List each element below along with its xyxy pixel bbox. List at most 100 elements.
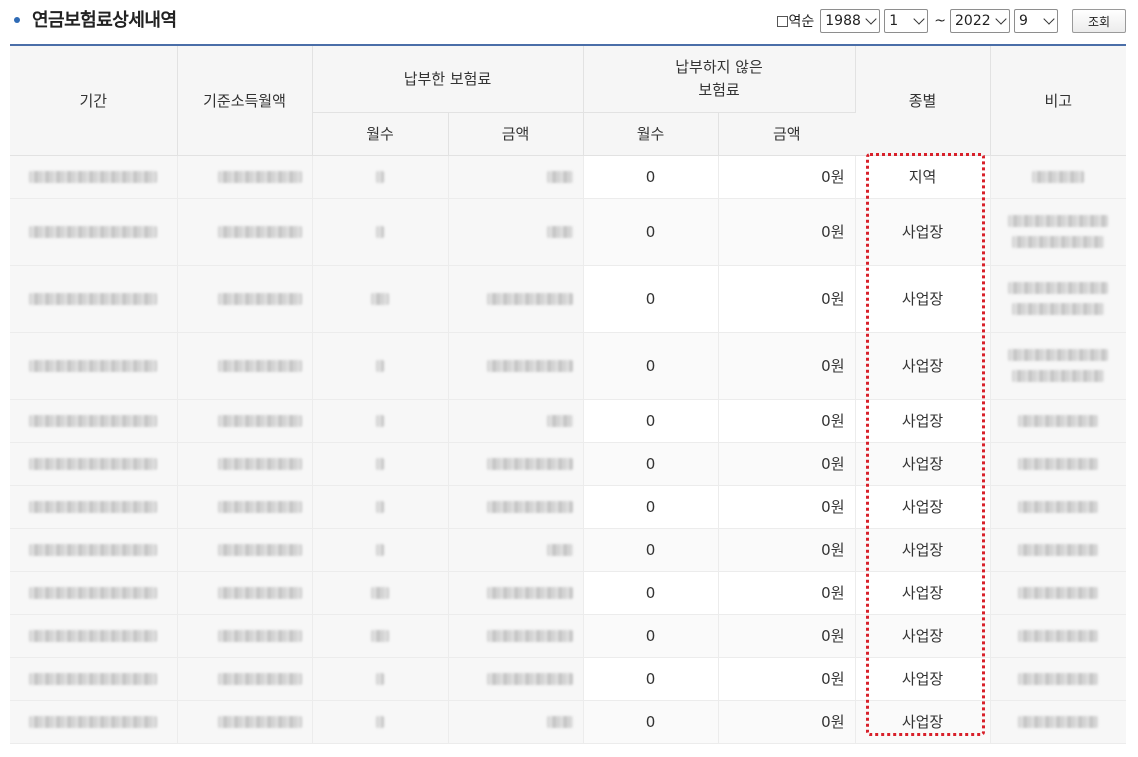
range-separator: ~: [934, 13, 946, 29]
cell-unpaid-amount: 0원: [718, 265, 856, 333]
header-paid-months: 월수: [312, 112, 449, 156]
redacted-text: [217, 415, 302, 427]
cell-unpaid-months: 0: [583, 399, 719, 443]
header-paid-amount: 금액: [448, 112, 584, 156]
cell-base-income: [177, 198, 313, 266]
header-base-income: 기준소득월액: [177, 45, 313, 156]
redacted-text: [217, 226, 302, 238]
table-row: 0 0원 사업장: [10, 700, 1127, 744]
cell-note: [990, 485, 1127, 529]
cell-note: [990, 155, 1127, 199]
cell-base-income: [177, 657, 313, 701]
cell-base-income: [177, 442, 313, 486]
redacted-text: [1018, 587, 1099, 599]
redacted-text: [546, 415, 573, 427]
redacted-text: [1018, 415, 1099, 427]
cell-unpaid-months: 0: [583, 528, 719, 572]
end-month-select[interactable]: 9: [1014, 9, 1058, 33]
cell-note: [990, 528, 1127, 572]
redacted-text: [546, 544, 573, 556]
redacted-text: [486, 360, 573, 372]
header-type: 종별: [855, 45, 991, 156]
cell-paid-amount: [448, 265, 584, 333]
cell-period: [10, 332, 178, 400]
pension-detail-table: 기간 기준소득월액 납부한 보험료 납부하지 않은 보험료 종별 비고 월수 금…: [10, 44, 1127, 744]
cell-period: [10, 442, 178, 486]
redacted-text: [486, 293, 573, 305]
cell-period: [10, 614, 178, 658]
header-unpaid-amount: 금액: [718, 112, 856, 156]
table-row: 0 0원 사업장: [10, 614, 1127, 658]
start-month-select[interactable]: 1: [884, 9, 929, 33]
cell-unpaid-months: 0: [583, 614, 719, 658]
table-row: 0 0원 사업장: [10, 198, 1127, 266]
cell-note: [990, 614, 1127, 658]
cell-paid-months: [312, 155, 449, 199]
redacted-text: [376, 716, 384, 728]
table-body: 0 0원 지역 0 0원 사업장 0 0원 사업장 0 0원 사업장 0 0원 사업장 0 0원 사업장 0 0원 사업…: [10, 155, 1127, 744]
header-unpaid-group-text: 납부하지 않은 보험료: [675, 57, 763, 99]
chevron-down-icon: [913, 13, 925, 25]
redacted-text: [1008, 349, 1109, 361]
reverse-order-checkbox[interactable]: [776, 15, 788, 27]
redacted-text: [1018, 458, 1099, 470]
cell-paid-amount: [448, 198, 584, 266]
end-month-value: 9: [1019, 13, 1028, 29]
redacted-text: [217, 716, 302, 728]
cell-base-income: [177, 332, 313, 400]
redacted-text: [217, 171, 302, 183]
cell-note: [990, 657, 1127, 701]
redacted-text: [546, 171, 573, 183]
redacted-text: [546, 716, 573, 728]
search-button[interactable]: 조회: [1072, 9, 1126, 33]
cell-paid-months: [312, 614, 449, 658]
cell-paid-months: [312, 399, 449, 443]
cell-unpaid-amount: 0원: [718, 614, 856, 658]
start-year-select[interactable]: 1988: [820, 9, 881, 33]
redacted-text: [29, 360, 158, 372]
cell-paid-amount: [448, 485, 584, 529]
redacted-text: [486, 458, 573, 470]
cell-type: 사업장: [855, 442, 991, 486]
redacted-text: [1008, 282, 1109, 294]
cell-unpaid-amount: 0원: [718, 700, 856, 744]
redacted-text: [376, 415, 384, 427]
cell-note: [990, 198, 1127, 266]
cell-note: [990, 442, 1127, 486]
cell-period: [10, 657, 178, 701]
redacted-text: [486, 501, 573, 513]
table-row: 0 0원 사업장: [10, 571, 1127, 615]
redacted-block: [991, 349, 1127, 382]
cell-paid-amount: [448, 657, 584, 701]
cell-type: 사업장: [855, 399, 991, 443]
cell-paid-months: [312, 485, 449, 529]
cell-unpaid-amount: 0원: [718, 571, 856, 615]
reverse-order-label: 역순: [788, 14, 815, 30]
header-note: 비고: [990, 45, 1127, 156]
redacted-text: [376, 673, 384, 685]
cell-type: 사업장: [855, 265, 991, 333]
redacted-text: [29, 544, 158, 556]
redacted-text: [29, 501, 158, 513]
cell-type: 사업장: [855, 485, 991, 529]
page-title: 연금보험료상세내역: [32, 10, 177, 31]
end-year-select[interactable]: 2022: [950, 9, 1010, 33]
cell-note: [990, 399, 1127, 443]
redacted-text: [376, 544, 384, 556]
redacted-text: [376, 458, 384, 470]
cell-paid-months: [312, 657, 449, 701]
redacted-text: [217, 293, 302, 305]
cell-paid-amount: [448, 614, 584, 658]
cell-unpaid-amount: 0원: [718, 442, 856, 486]
cell-unpaid-amount: 0원: [718, 332, 856, 400]
cell-unpaid-months: 0: [583, 155, 719, 199]
cell-base-income: [177, 265, 313, 333]
redacted-text: [371, 293, 389, 305]
redacted-text: [376, 226, 384, 238]
cell-note: [990, 700, 1127, 744]
cell-type: 사업장: [855, 332, 991, 400]
redacted-text: [486, 630, 573, 642]
redacted-text: [217, 458, 302, 470]
redacted-text: [217, 587, 302, 599]
cell-period: [10, 198, 178, 266]
